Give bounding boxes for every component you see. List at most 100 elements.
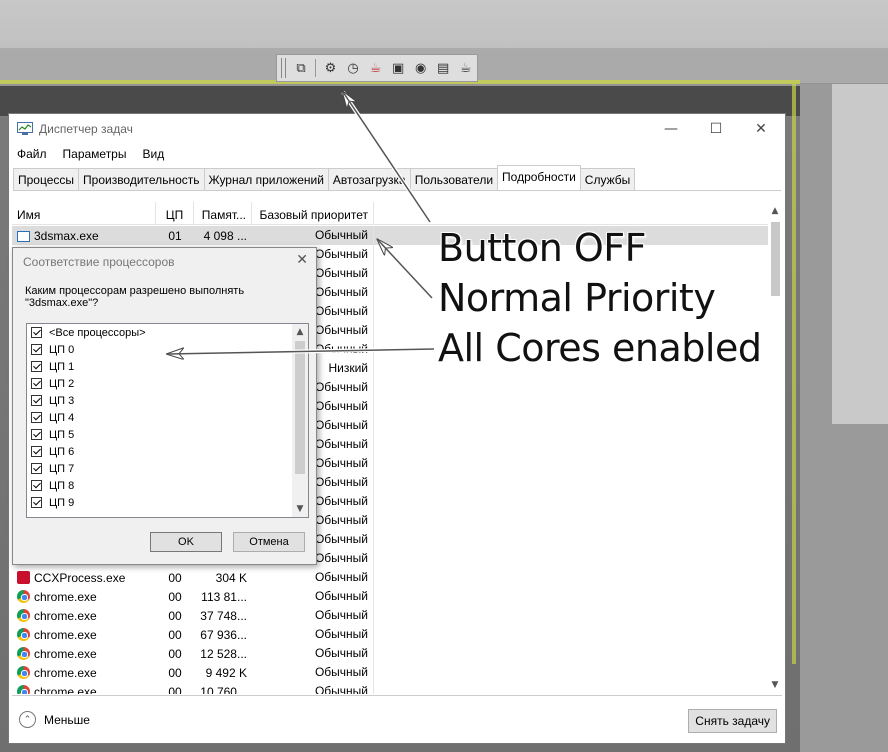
processor-label: ЦП 4 [49, 411, 75, 424]
checkbox-checked-icon[interactable] [31, 446, 42, 457]
processor-item[interactable]: ЦП 8 [27, 477, 308, 494]
column-header-cpu[interactable]: ЦП [156, 202, 194, 224]
checkbox-checked-icon[interactable] [31, 395, 42, 406]
dialog-title: Соответствие процессоров [23, 255, 175, 269]
cell-name: CCXProcess.exe [12, 570, 156, 585]
background-app-top [0, 0, 888, 48]
processor-item[interactable]: ЦП 3 [27, 392, 308, 409]
table-row[interactable]: chrome.exe 00 37 748... Обычный [12, 606, 768, 625]
processor-item[interactable]: ЦП 1 [27, 358, 308, 375]
clock-bolt-icon[interactable]: ◷ [344, 58, 363, 78]
tab-services[interactable]: Службы [579, 168, 636, 190]
tab-startup[interactable]: Автозагрузка [327, 168, 411, 190]
toolbar-grip[interactable] [281, 58, 286, 78]
frame-window-icon[interactable]: ▣ [389, 58, 408, 78]
column-header-priority[interactable]: Базовый приоритет [252, 202, 374, 224]
processor-item[interactable]: <Все процессоры> [27, 324, 308, 341]
cell-cpu-text: 00 [168, 608, 182, 623]
checkbox-checked-icon[interactable] [31, 327, 42, 338]
teapot-render-icon[interactable]: ☕ [366, 58, 385, 78]
list-scroll-down-icon[interactable]: ▼ [292, 501, 308, 517]
copy-doc-icon[interactable]: ⧉ [292, 58, 311, 78]
checkbox-checked-icon[interactable] [31, 412, 42, 423]
cell-priority-text: Обычный [314, 266, 368, 280]
eye-refresh-icon[interactable]: ◉ [411, 58, 430, 78]
processor-item[interactable]: ЦП 6 [27, 443, 308, 460]
checkbox-checked-icon[interactable] [31, 344, 42, 355]
checkbox-checked-icon[interactable] [31, 497, 42, 508]
column-header-name[interactable]: Имя [12, 202, 156, 224]
chrome-icon [17, 646, 30, 660]
processor-label: <Все процессоры> [49, 326, 146, 339]
processor-list: <Все процессоры> ЦП 0 ЦП 1 ЦП 2 ЦП 3 ЦП 4 ЦП 5… [26, 323, 309, 518]
tab-performance[interactable]: Производительность [78, 168, 205, 190]
processor-list-scrollbar[interactable]: ▲ ▼ [292, 324, 308, 517]
table-scrollbar[interactable]: ▲ ▼ [768, 206, 782, 694]
tab-app-history[interactable]: Журнал приложений [203, 168, 329, 190]
tab-details[interactable]: Подробности [497, 165, 581, 190]
processor-item[interactable]: ЦП 2 [27, 375, 308, 392]
cell-priority-text: Обычный [314, 437, 368, 451]
table-row[interactable]: chrome.exe 00 12 528... Обычный [12, 644, 768, 663]
minimize-button[interactable]: — [649, 116, 693, 142]
list-scroll-up-icon[interactable]: ▲ [292, 324, 308, 340]
clipboard-icon[interactable]: ▤ [434, 58, 453, 78]
toolbar-separator [315, 59, 317, 77]
fewer-details-toggle[interactable]: ⌃ Меньше [19, 711, 90, 728]
cell-cpu-text: 00 [168, 665, 182, 680]
settings-gear-icon[interactable]: ⚙ [321, 58, 340, 78]
fewer-details-label: Меньше [44, 712, 90, 727]
menu-view[interactable]: Вид [134, 145, 172, 165]
processor-label: ЦП 0 [49, 343, 75, 356]
checkbox-checked-icon[interactable] [31, 429, 42, 440]
end-task-button[interactable]: Снять задачу [688, 709, 777, 733]
dialog-close-icon[interactable]: ✕ [296, 252, 308, 268]
checkbox-checked-icon[interactable] [31, 480, 42, 491]
close-icon: ✕ [755, 121, 767, 137]
scroll-up-icon[interactable]: ▲ [768, 206, 782, 220]
processor-item[interactable]: ЦП 7 [27, 460, 308, 477]
cell-priority-text: Обычный [314, 551, 368, 565]
annotation-all-cores: All Cores enabled [438, 326, 762, 370]
cell-priority-text: Обычный [314, 532, 368, 546]
cell-priority-text: Обычный [314, 475, 368, 489]
processor-item[interactable]: ЦП 4 [27, 409, 308, 426]
cell-name: chrome.exe [12, 684, 156, 694]
title-bar[interactable]: Диспетчер задач — ☐ ✕ [9, 114, 785, 144]
scroll-thumb[interactable] [771, 222, 780, 296]
processor-item[interactable]: ЦП 5 [27, 426, 308, 443]
checkbox-checked-icon[interactable] [31, 378, 42, 389]
teapot-outline-icon[interactable]: ☕ [456, 58, 475, 78]
processor-item[interactable]: ЦП 9 [27, 494, 308, 511]
cell-priority: Обычный [252, 226, 374, 245]
checkbox-checked-icon[interactable] [31, 463, 42, 474]
cell-memory-text: 12 528... [200, 646, 247, 661]
processor-item[interactable]: ЦП 0 [27, 341, 308, 358]
cell-memory: 4 098 ... [194, 229, 252, 243]
table-row[interactable]: chrome.exe 00 113 81... Обычный [12, 587, 768, 606]
scroll-down-icon[interactable]: ▼ [768, 680, 782, 694]
cancel-button[interactable]: Отмена [233, 532, 305, 552]
window-icon [17, 230, 30, 242]
background-viewport-header [0, 86, 800, 116]
table-header: Имя ЦП Памят... Базовый приоритет [12, 202, 768, 225]
list-scroll-thumb[interactable] [295, 341, 305, 474]
cell-priority: Обычный [252, 682, 374, 694]
cell-priority-text: Обычный [314, 513, 368, 527]
menu-file[interactable]: Файл [9, 145, 55, 165]
table-row[interactable]: chrome.exe 00 9 492 K Обычный [12, 663, 768, 682]
checkbox-checked-icon[interactable] [31, 361, 42, 372]
cell-name: chrome.exe [12, 646, 156, 661]
table-row[interactable]: chrome.exe 00 10 760... Обычный [12, 682, 768, 694]
ok-button[interactable]: OK [150, 532, 222, 552]
cell-priority-text: Обычный [314, 342, 368, 356]
column-header-memory[interactable]: Памят... [194, 202, 252, 224]
tab-users[interactable]: Пользователи [409, 168, 499, 190]
table-row[interactable]: 3dsmax.exe 01 4 098 ... Обычный [12, 226, 768, 245]
menu-options[interactable]: Параметры [55, 145, 135, 165]
tab-processes[interactable]: Процессы [13, 168, 80, 190]
table-row[interactable]: CCXProcess.exe 00 304 K Обычный [12, 568, 768, 587]
table-row[interactable]: chrome.exe 00 67 936... Обычный [12, 625, 768, 644]
maximize-button[interactable]: ☐ [694, 116, 738, 142]
close-button[interactable]: ✕ [739, 116, 783, 142]
